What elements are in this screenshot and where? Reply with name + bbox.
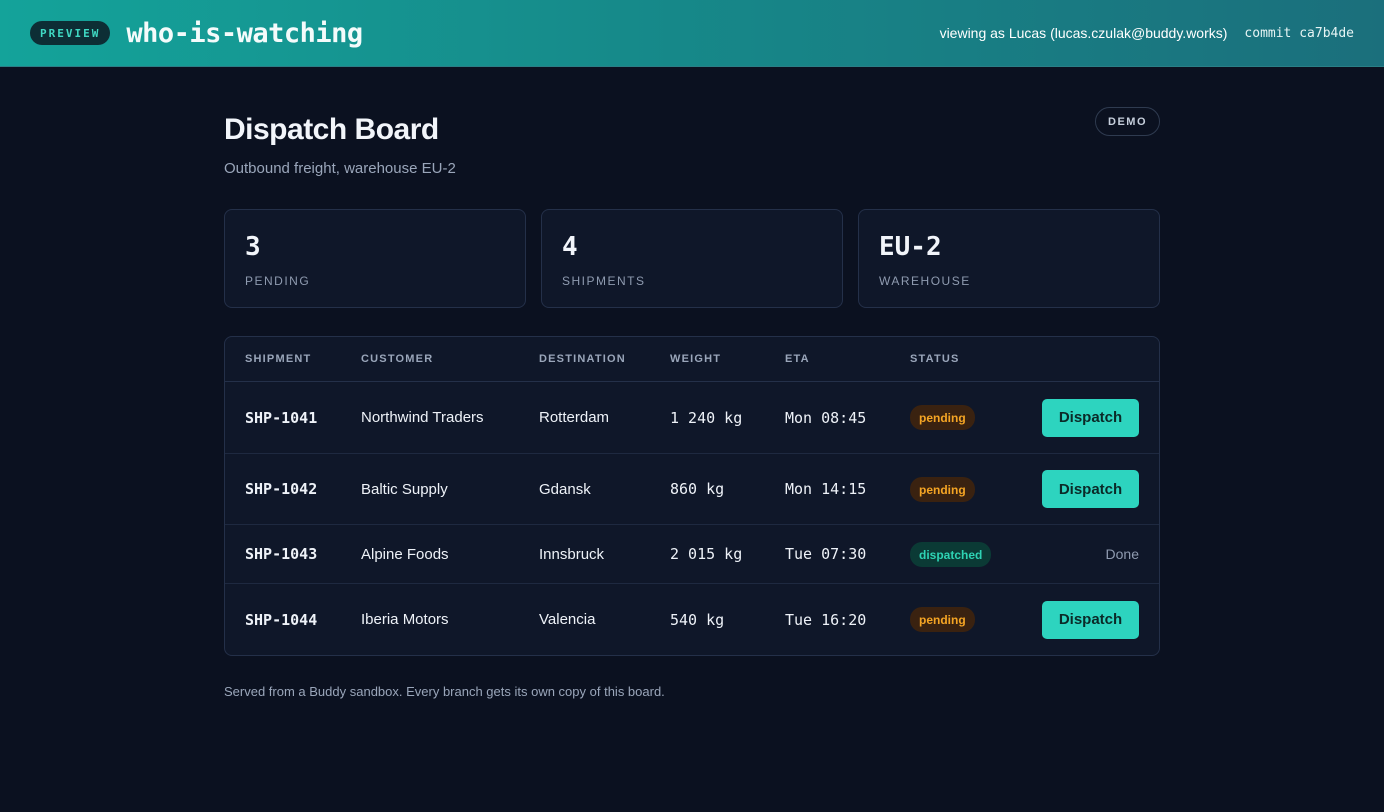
action-cell: Dispatch xyxy=(1022,470,1159,508)
action-cell: Dispatch xyxy=(1022,600,1159,639)
app-name: who-is-watching xyxy=(126,17,363,49)
stat-value: 3 xyxy=(245,232,261,262)
stat-value: EU-2 xyxy=(879,232,942,262)
destination: Gdansk xyxy=(539,480,591,498)
destination: Innsbruck xyxy=(539,545,605,563)
column-header-customer: CUSTOMER xyxy=(361,353,434,365)
top-bar-left: PREVIEW who-is-watching xyxy=(30,18,363,49)
preview-badge: PREVIEW xyxy=(30,21,111,45)
commit-hash: commit ca7b4de xyxy=(1244,25,1354,41)
stat-label: SHIPMENTS xyxy=(562,274,646,288)
weight: 860 kg xyxy=(670,480,725,498)
column-header-status: STATUS xyxy=(910,353,960,365)
dispatch-button[interactable]: Dispatch xyxy=(1042,398,1139,437)
stat-card-shipments: 4 SHIPMENTS xyxy=(541,209,843,308)
status-cell: pending xyxy=(910,476,1022,502)
stat-label: WAREHOUSE xyxy=(879,274,971,288)
dispatch-button[interactable]: Dispatch xyxy=(1042,600,1139,639)
column-header-shipment: SHIPMENT xyxy=(245,353,312,365)
stat-card-warehouse: EU-2 WAREHOUSE xyxy=(858,209,1160,308)
status-badge: pending xyxy=(910,405,975,430)
status-cell: pending xyxy=(910,607,1022,632)
eta: Mon 08:45 xyxy=(785,408,867,427)
customer: Baltic Supply xyxy=(361,480,448,498)
destination: Rotterdam xyxy=(539,409,610,426)
status-badge: pending xyxy=(910,476,975,502)
demo-badge: DEMO xyxy=(1095,107,1160,136)
top-bar-right: viewing as Lucas (lucas.czulak@buddy.wor… xyxy=(940,25,1354,41)
main-content: Dispatch Board DEMO Outbound freight, wa… xyxy=(224,67,1160,699)
action-cell: Dispatch xyxy=(1022,398,1159,437)
table-row: SHP-1043 Alpine Foods Innsbruck 2 015 kg… xyxy=(225,525,1159,584)
dispatch-button[interactable]: Dispatch xyxy=(1042,470,1139,508)
status-badge: dispatched xyxy=(910,541,992,567)
status-cell: pending xyxy=(910,405,1022,430)
weight: 1 240 kg xyxy=(670,408,743,427)
viewer-info: viewing as Lucas (lucas.czulak@buddy.wor… xyxy=(939,25,1228,41)
table-row: SHP-1042 Baltic Supply Gdansk 860 kg Mon… xyxy=(225,454,1159,525)
eta: Tue 16:20 xyxy=(785,610,867,629)
customer: Iberia Motors xyxy=(361,611,449,628)
column-header-destination: DESTINATION xyxy=(539,353,626,365)
shipment-id: SHP-1044 xyxy=(245,610,318,629)
customer: Northwind Traders xyxy=(361,409,484,426)
stat-label: PENDING xyxy=(245,274,311,288)
customer: Alpine Foods xyxy=(361,545,449,563)
column-header-weight: WEIGHT xyxy=(670,353,722,365)
table-header: SHIPMENT CUSTOMER DESTINATION WEIGHT ETA… xyxy=(225,337,1159,382)
done-label: Done xyxy=(1105,546,1139,562)
page-title: Dispatch Board xyxy=(224,113,439,146)
destination: Valencia xyxy=(539,611,596,628)
stat-value: 4 xyxy=(562,232,578,262)
page-subtitle: Outbound freight, warehouse EU-2 xyxy=(224,160,456,177)
table-row: SHP-1041 Northwind Traders Rotterdam 1 2… xyxy=(225,382,1159,454)
shipment-id: SHP-1041 xyxy=(245,408,318,427)
weight: 2 015 kg xyxy=(670,545,743,563)
column-header-eta: ETA xyxy=(785,353,810,365)
table-row: SHP-1044 Iberia Motors Valencia 540 kg T… xyxy=(225,584,1159,655)
stats-row: 3 PENDING 4 SHIPMENTS EU-2 WAREHOUSE xyxy=(224,209,1160,308)
weight: 540 kg xyxy=(670,610,725,629)
title-row: Dispatch Board DEMO xyxy=(224,67,1160,152)
status-cell: dispatched xyxy=(910,541,1022,567)
action-cell: Done xyxy=(1022,546,1159,562)
status-badge: pending xyxy=(910,607,975,632)
eta: Tue 07:30 xyxy=(785,545,867,563)
stat-card-pending: 3 PENDING xyxy=(224,209,526,308)
shipment-id: SHP-1043 xyxy=(245,545,318,563)
shipment-id: SHP-1042 xyxy=(245,480,318,498)
eta: Mon 14:15 xyxy=(785,480,867,498)
footer-note: Served from a Buddy sandbox. Every branc… xyxy=(224,684,665,699)
shipments-table: SHIPMENT CUSTOMER DESTINATION WEIGHT ETA… xyxy=(224,336,1160,656)
top-bar: PREVIEW who-is-watching viewing as Lucas… xyxy=(0,0,1384,67)
